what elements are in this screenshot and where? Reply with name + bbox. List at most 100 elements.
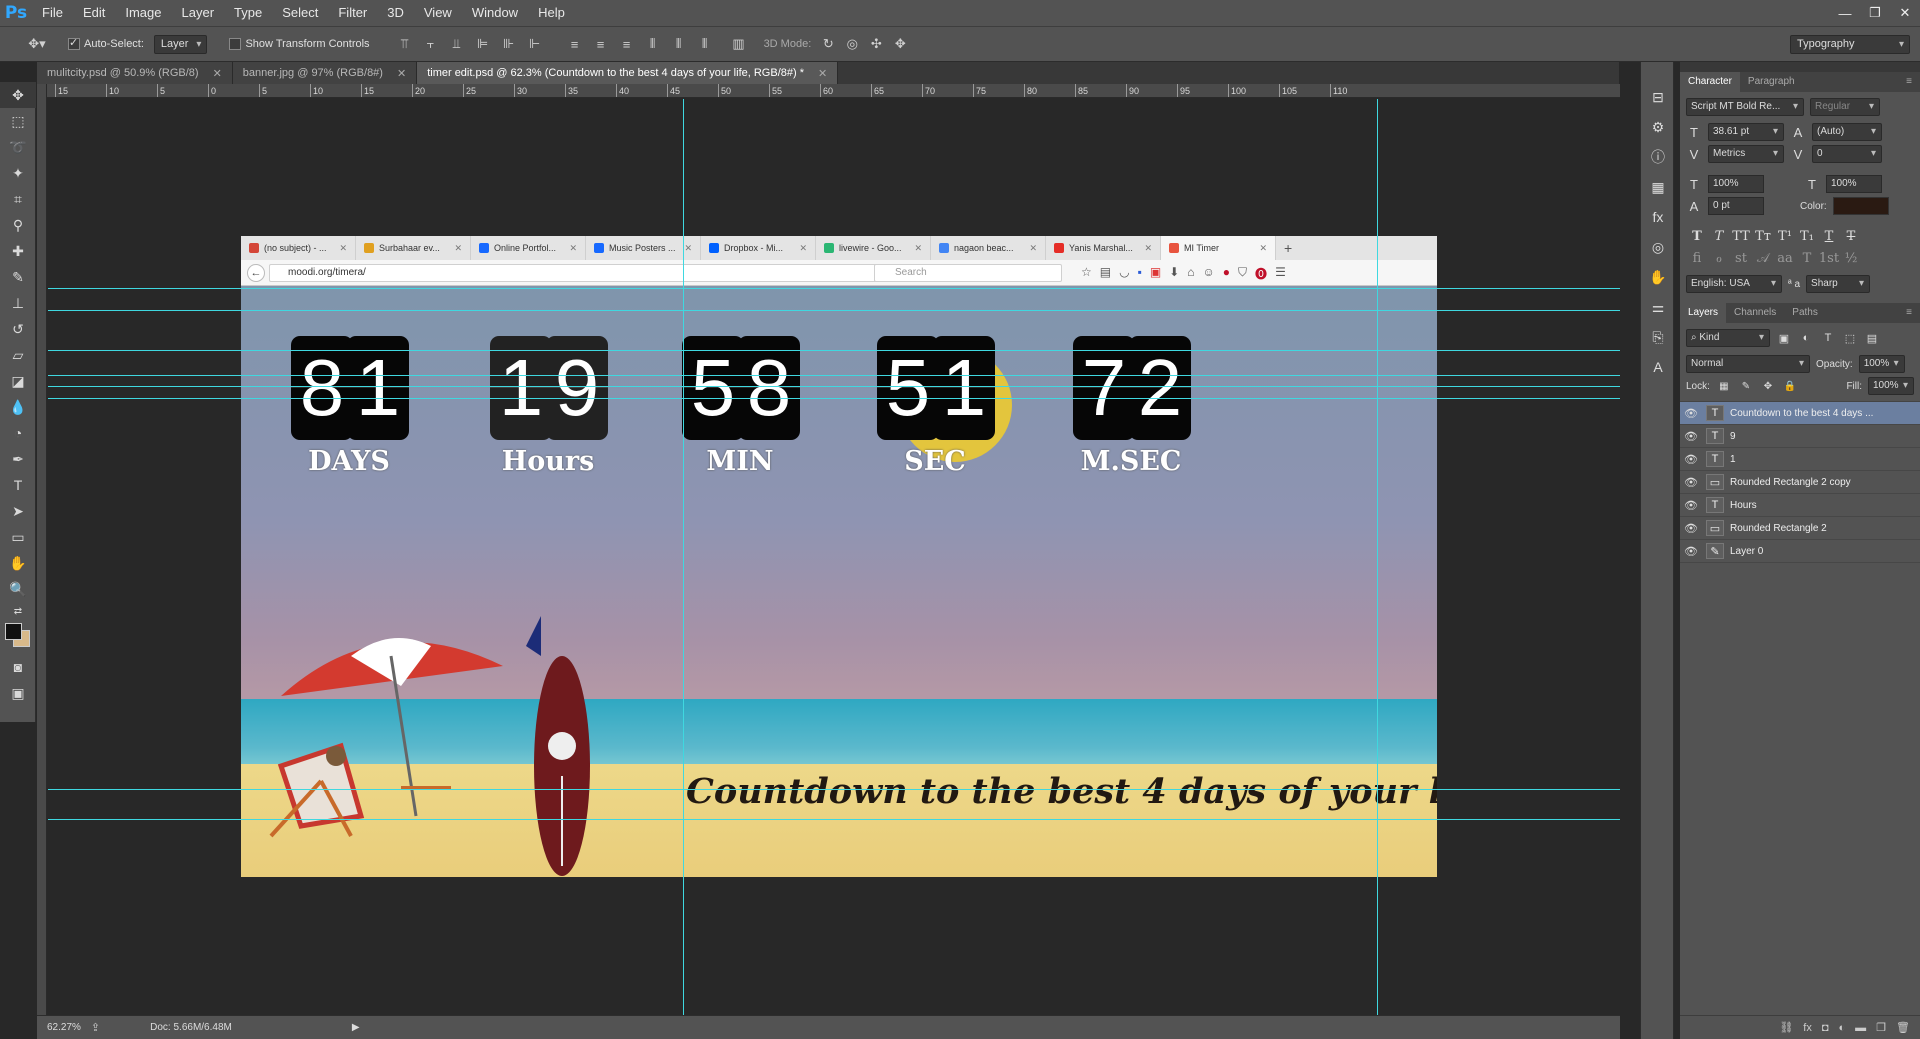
close-tab-icon[interactable]: ✕: [684, 243, 692, 254]
document-canvas[interactable]: (no subject) - ... ✕ Surbahaar ev... ✕ Onlin…: [241, 236, 1437, 877]
pen-tool-icon[interactable]: ✒: [0, 446, 36, 472]
url-field[interactable]: moodi.org/timera/: [269, 264, 889, 282]
move-tool-preset-icon[interactable]: ✥▾: [22, 33, 52, 55]
superscript-icon[interactable]: T¹: [1774, 226, 1796, 246]
antialias-select[interactable]: Sharp: [1806, 275, 1871, 293]
adjustment-layer-icon[interactable]: ◐: [1839, 1022, 1846, 1034]
close-tab-icon[interactable]: ✕: [914, 243, 922, 254]
swash-icon[interactable]: 𝒜: [1752, 248, 1774, 268]
guide-horizontal[interactable]: [48, 288, 1620, 289]
home-icon[interactable]: ⌂: [1187, 265, 1194, 282]
blend-mode-select[interactable]: Normal: [1686, 355, 1810, 373]
add-mask-icon[interactable]: ◘: [1822, 1022, 1829, 1034]
guide-horizontal[interactable]: [48, 310, 1620, 311]
show-transform-checkbox[interactable]: Show Transform Controls: [229, 38, 370, 51]
align-top-icon[interactable]: ⫪: [394, 33, 416, 55]
filter-type-icon[interactable]: T: [1820, 332, 1836, 344]
eyedropper-tool-icon[interactable]: ⚲: [0, 212, 36, 238]
distribute-bottom-icon[interactable]: ≡: [616, 33, 638, 55]
browser-tab[interactable]: Yanis Marshal... ✕: [1046, 236, 1161, 260]
guide-horizontal[interactable]: [48, 350, 1620, 351]
guide-horizontal[interactable]: [48, 375, 1620, 376]
document-tab[interactable]: banner.jpg @ 97% (RGB/8#) ✕: [232, 62, 418, 84]
align-hcenter-icon[interactable]: ⊪: [498, 33, 520, 55]
browser-tab[interactable]: nagaon beac... ✕: [931, 236, 1046, 260]
panel-menu-icon[interactable]: ≡: [1898, 303, 1920, 323]
tab-layers[interactable]: Layers: [1680, 303, 1727, 323]
filter-adjustment-icon[interactable]: ◐: [1798, 332, 1814, 344]
healing-brush-tool-icon[interactable]: ✚: [0, 238, 36, 264]
foreground-color-swatch[interactable]: [5, 623, 22, 640]
distribute-right-icon[interactable]: ⦀: [694, 33, 716, 55]
browser-tab[interactable]: Online Portfol... ✕: [471, 236, 586, 260]
swatches-icon[interactable]: ▦: [1641, 172, 1675, 202]
link-layers-icon[interactable]: ⛓: [1779, 1021, 1793, 1034]
download-icon[interactable]: ⬇: [1169, 265, 1179, 282]
all-caps-icon[interactable]: TT: [1730, 226, 1752, 246]
styles-icon[interactable]: fx: [1641, 202, 1675, 232]
titling-icon[interactable]: aa: [1774, 248, 1796, 268]
filter-pixel-icon[interactable]: ▣: [1776, 332, 1792, 345]
shield-icon[interactable]: ⛉: [1238, 265, 1247, 282]
new-group-icon[interactable]: ▬: [1855, 1022, 1866, 1034]
pinterest-icon[interactable]: ●: [1223, 265, 1230, 282]
3d-rotate-icon[interactable]: ↻: [817, 33, 839, 55]
history-icon[interactable]: ⊟: [1641, 82, 1675, 112]
align-bottom-icon[interactable]: ⫫: [446, 33, 468, 55]
align-right-icon[interactable]: ⊩: [524, 33, 546, 55]
layer-row[interactable]: 👁 T 1: [1680, 448, 1920, 471]
auto-select-checkbox[interactable]: Auto-Select:: [68, 36, 144, 51]
extension-icon[interactable]: ▣: [1150, 265, 1161, 282]
browser-tab[interactable]: Surbahaar ev... ✕: [356, 236, 471, 260]
swap-colors-icon[interactable]: ⇄: [0, 602, 36, 620]
brush-tool-icon[interactable]: ✎: [0, 264, 36, 290]
tab-paragraph[interactable]: Paragraph: [1740, 72, 1803, 92]
color-swatches[interactable]: [0, 620, 35, 654]
workspace-dropdown[interactable]: Typography: [1790, 34, 1910, 54]
layer-row[interactable]: 👁 ✎ Layer 0: [1680, 540, 1920, 563]
zoom-tool-icon[interactable]: 🔍: [0, 576, 36, 602]
menu-window[interactable]: Window: [462, 0, 528, 26]
move-tool-icon[interactable]: ✥: [0, 82, 36, 108]
visibility-eye-icon[interactable]: 👁: [1680, 407, 1702, 420]
menu-filter[interactable]: Filter: [328, 0, 377, 26]
baseline-shift-field[interactable]: 0 pt: [1708, 197, 1764, 215]
lock-position-icon[interactable]: ✥: [1760, 381, 1776, 392]
layer-select-dropdown[interactable]: Layer: [153, 34, 208, 54]
menu-image[interactable]: Image: [115, 0, 171, 26]
browser-search-field[interactable]: Search: [874, 264, 1062, 282]
visibility-eye-icon[interactable]: 👁: [1680, 476, 1702, 489]
3d-roll-icon[interactable]: ◎: [841, 33, 863, 55]
screen-mode-icon[interactable]: ▣: [0, 680, 36, 706]
horizontal-scale-field[interactable]: 100%: [1826, 175, 1882, 193]
layer-filter-select[interactable]: ⌕ Kind: [1686, 329, 1770, 347]
close-tab-icon[interactable]: ✕: [397, 67, 406, 80]
lasso-tool-icon[interactable]: ➰: [0, 134, 36, 160]
faux-bold-icon[interactable]: T: [1686, 226, 1708, 246]
visibility-eye-icon[interactable]: 👁: [1680, 453, 1702, 466]
small-caps-icon[interactable]: Tт: [1752, 226, 1774, 246]
visibility-eye-icon[interactable]: 👁: [1680, 499, 1702, 512]
kerning-field[interactable]: Metrics: [1708, 145, 1784, 163]
old-style-icon[interactable]: ℴ: [1708, 248, 1730, 268]
menu-view[interactable]: View: [414, 0, 462, 26]
align-left-icon[interactable]: ⊫: [472, 33, 494, 55]
chat-icon[interactable]: ☺: [1203, 265, 1215, 282]
menu-icon[interactable]: ☰: [1275, 265, 1286, 282]
tracking-field[interactable]: 0: [1812, 145, 1882, 163]
3d-slide-icon[interactable]: ✥: [889, 33, 911, 55]
browser-tab[interactable]: livewire - Goo... ✕: [816, 236, 931, 260]
reading-list-icon[interactable]: ▤: [1100, 265, 1111, 282]
tab-character[interactable]: Character: [1680, 72, 1740, 92]
hand-tool-icon[interactable]: ✋: [0, 550, 36, 576]
new-layer-icon[interactable]: ❐: [1876, 1021, 1886, 1034]
guide-vertical[interactable]: [683, 99, 684, 1015]
distribute-vcenter-icon[interactable]: ≡: [590, 33, 612, 55]
subscript-icon[interactable]: T₁: [1796, 226, 1818, 246]
fx-icon[interactable]: fx: [1803, 1022, 1812, 1034]
canvas-area[interactable]: (no subject) - ... ✕ Surbahaar ev... ✕ Onlin…: [48, 99, 1620, 1015]
guide-horizontal[interactable]: [48, 819, 1620, 820]
zoom-level[interactable]: 62.27%: [47, 1022, 81, 1033]
paths-icon[interactable]: ⎘: [1641, 322, 1675, 352]
pinterest-save-icon[interactable]: ⓿: [1255, 265, 1267, 282]
